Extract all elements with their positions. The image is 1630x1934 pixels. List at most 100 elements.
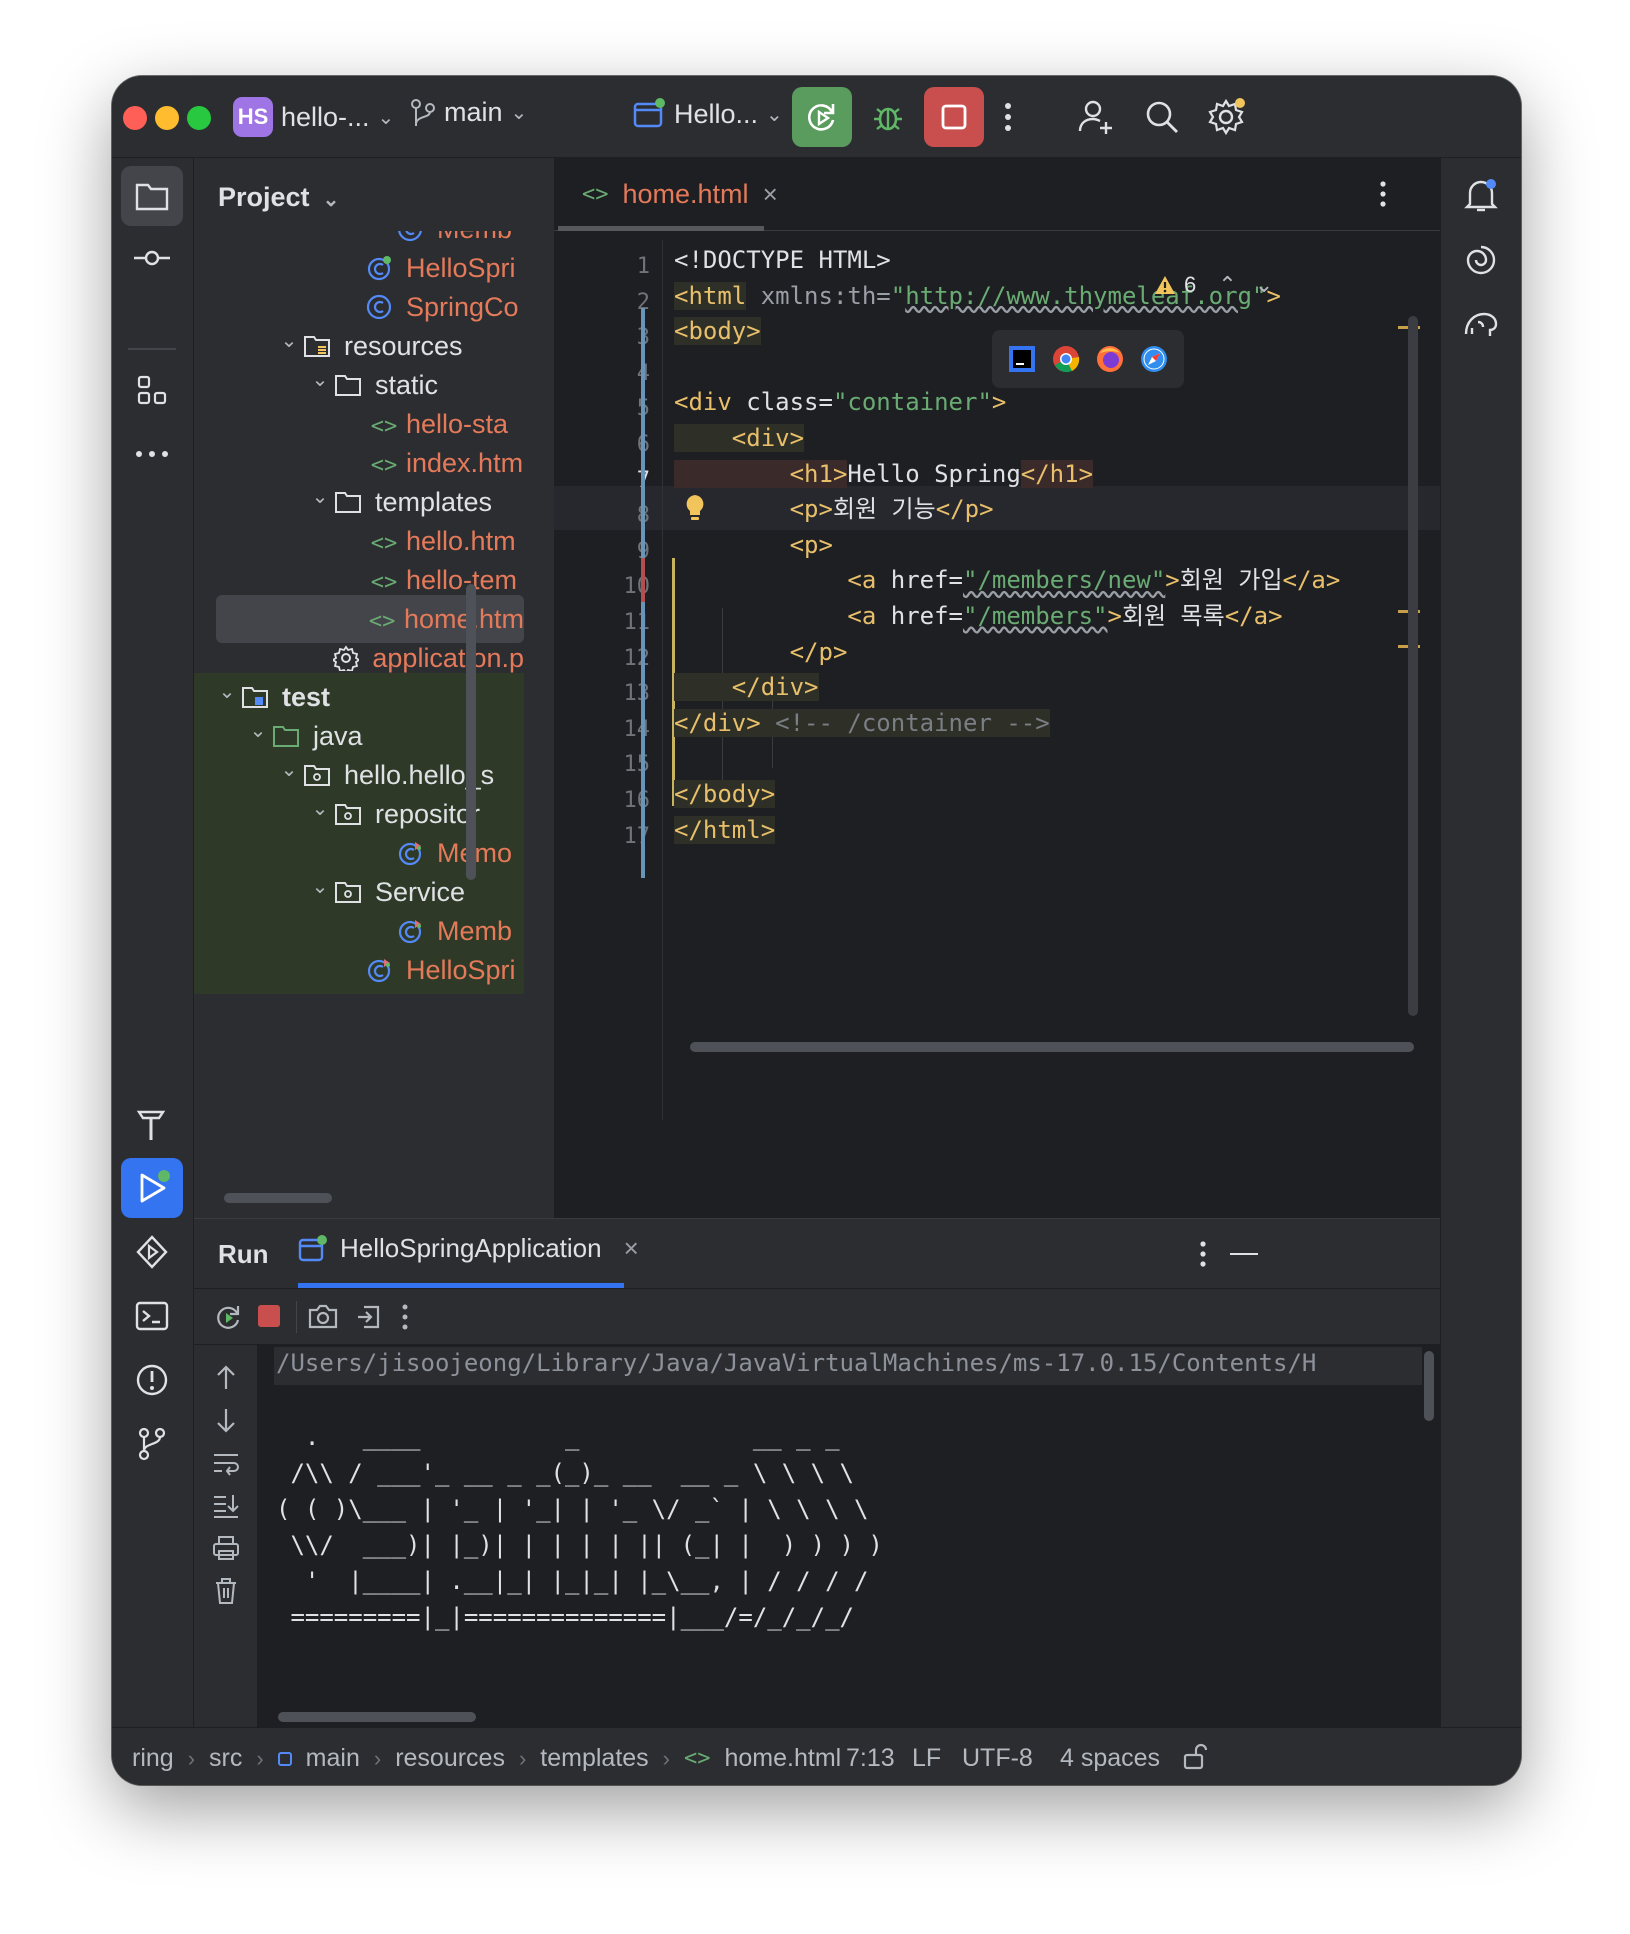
code-token: <a — [674, 566, 877, 595]
tree-vertical-scrollbar[interactable] — [466, 584, 476, 880]
zoom-window-button[interactable] — [187, 106, 211, 130]
breadcrumb-item[interactable]: home.html — [725, 1744, 842, 1773]
arrow-down-icon[interactable] — [214, 1407, 238, 1435]
code-token: > — [991, 388, 1007, 417]
code-with-me-button[interactable] — [1066, 87, 1126, 147]
tree-item-label: Memb — [437, 915, 513, 946]
chevron-down-icon[interactable]: ⌄ — [274, 328, 304, 353]
code-token: <body> — [674, 317, 761, 346]
notifications-button[interactable] — [1450, 166, 1512, 226]
breadcrumb-item[interactable]: main — [306, 1744, 360, 1773]
package-icon — [304, 764, 340, 786]
more-actions-button[interactable] — [978, 87, 1038, 147]
console-side-toolbar — [194, 1345, 258, 1728]
project-switcher[interactable]: HS hello-... ⌄ — [233, 97, 394, 137]
search-everywhere-button[interactable] — [1132, 87, 1192, 147]
print-icon[interactable] — [212, 1535, 240, 1561]
run-tool-button[interactable] — [121, 1158, 183, 1218]
editor-vertical-scrollbar[interactable] — [1408, 316, 1418, 1016]
close-tab-icon[interactable]: × — [624, 1233, 639, 1264]
code-token: <h1> — [674, 459, 848, 488]
indent-setting[interactable]: 4 spaces — [1060, 1744, 1160, 1773]
problems-tool-button[interactable] — [121, 1350, 183, 1410]
branch-switcher[interactable]: main ⌄ — [410, 97, 527, 128]
elephant-icon — [1464, 312, 1498, 336]
project-panel-header[interactable]: Project ⌄ — [218, 182, 339, 213]
tree-horizontal-scrollbar[interactable] — [224, 1193, 332, 1203]
tree-item-label: static — [375, 369, 439, 400]
breadcrumb-item[interactable]: src — [209, 1744, 242, 1773]
services-tool-button[interactable] — [121, 1222, 183, 1282]
more-vertical-icon — [1380, 181, 1386, 207]
test-folder-icon — [242, 686, 278, 708]
chevron-down-icon[interactable]: ⌄ — [305, 484, 335, 509]
hammer-icon — [136, 1110, 166, 1140]
run-tab-hellospringapplication[interactable]: HelloSpringApplication × — [298, 1233, 639, 1264]
console-horizontal-scrollbar[interactable] — [278, 1712, 476, 1722]
settings-button[interactable] — [1196, 87, 1256, 147]
console-output[interactable]: /Users/jisoojeong/Library/Java/JavaVirtu… — [258, 1345, 1440, 1728]
minimize-panel-icon[interactable] — [1230, 1253, 1258, 1255]
terminal-tool-button[interactable] — [121, 1286, 183, 1346]
rerun-icon[interactable] — [214, 1303, 242, 1331]
editor-horizontal-scrollbar[interactable] — [690, 1042, 1414, 1052]
tree-item[interactable]: HelloSpri — [194, 946, 524, 994]
chevron-down-icon[interactable]: ⌄ — [305, 874, 335, 899]
git-branch-icon — [410, 98, 436, 128]
file-encoding[interactable]: UTF-8 — [962, 1744, 1033, 1773]
exit-icon[interactable] — [354, 1303, 382, 1331]
structure-tool-button[interactable] — [121, 360, 183, 420]
minimize-window-button[interactable] — [155, 106, 179, 130]
database-button[interactable] — [1450, 294, 1512, 354]
build-tool-button[interactable] — [121, 1094, 183, 1154]
caret-position[interactable]: 7:13 — [846, 1744, 895, 1773]
tab-home-html[interactable]: <> home.html × — [582, 158, 778, 231]
arrow-up-icon[interactable] — [214, 1363, 238, 1391]
chevron-down-icon[interactable]: ⌄ — [274, 757, 304, 782]
code-token: 회원 목록 — [1121, 602, 1225, 630]
previous-highlight-icon[interactable]: ⌃ — [1218, 272, 1236, 298]
breadcrumb-item[interactable]: resources — [395, 1744, 505, 1773]
run-config-selector[interactable]: Hello... ⌄ — [632, 97, 783, 131]
console-vertical-scrollbar[interactable] — [1424, 1351, 1434, 1421]
chrome-icon[interactable] — [1052, 345, 1080, 373]
project-panel: Project ⌄ Memb HelloSpri SpringCo ⌄ resource… — [194, 158, 554, 1218]
intellij-browser-icon[interactable] — [1008, 345, 1036, 373]
more-tools-button[interactable] — [121, 424, 183, 484]
breadcrumb-item[interactable]: templates — [540, 1744, 648, 1773]
chevron-down-icon: ⌄ — [510, 102, 528, 124]
stop-button[interactable] — [924, 87, 984, 147]
debug-button[interactable] — [858, 87, 918, 147]
rerun-button[interactable] — [792, 87, 852, 147]
git-tool-button[interactable] — [121, 1414, 183, 1474]
line-separator[interactable]: LF — [912, 1744, 941, 1773]
breadcrumb-item[interactable]: ring — [132, 1744, 174, 1773]
chevron-down-icon[interactable]: ⌄ — [305, 796, 335, 821]
project-tool-button[interactable] — [121, 166, 183, 226]
trash-icon[interactable] — [214, 1577, 238, 1605]
ide-window: HS hello-... ⌄ main ⌄ Hello... ⌄ Project… — [112, 76, 1521, 1785]
run-more-button[interactable] — [1198, 1239, 1208, 1269]
chevron-down-icon[interactable]: ⌄ — [243, 718, 273, 743]
inspection-widget[interactable]: 6 ⌃ ⌄ — [1154, 272, 1273, 298]
scroll-to-end-icon[interactable] — [212, 1493, 240, 1519]
read-only-lock-icon[interactable] — [1182, 1743, 1208, 1771]
safari-icon[interactable] — [1140, 345, 1168, 373]
chevron-down-icon[interactable]: ⌄ — [305, 367, 335, 392]
commit-tool-button[interactable] — [121, 228, 183, 288]
chevron-down-icon[interactable]: ⌄ — [212, 679, 242, 704]
soft-wrap-icon[interactable] — [212, 1451, 240, 1477]
package-icon — [335, 803, 371, 825]
close-tab-icon[interactable]: × — [763, 179, 778, 210]
ai-assistant-button[interactable] — [1450, 230, 1512, 290]
next-highlight-icon[interactable]: ⌄ — [1255, 272, 1273, 298]
camera-icon[interactable] — [308, 1303, 338, 1329]
project-name: hello-... — [281, 101, 370, 132]
more-vertical-icon[interactable] — [400, 1303, 410, 1331]
close-window-button[interactable] — [123, 106, 147, 130]
editor-more-button[interactable] — [1378, 178, 1388, 210]
firefox-icon[interactable] — [1096, 345, 1124, 373]
chevron-down-icon: ⌄ — [766, 103, 783, 126]
stop-icon[interactable] — [258, 1305, 280, 1327]
package-icon — [335, 881, 371, 903]
